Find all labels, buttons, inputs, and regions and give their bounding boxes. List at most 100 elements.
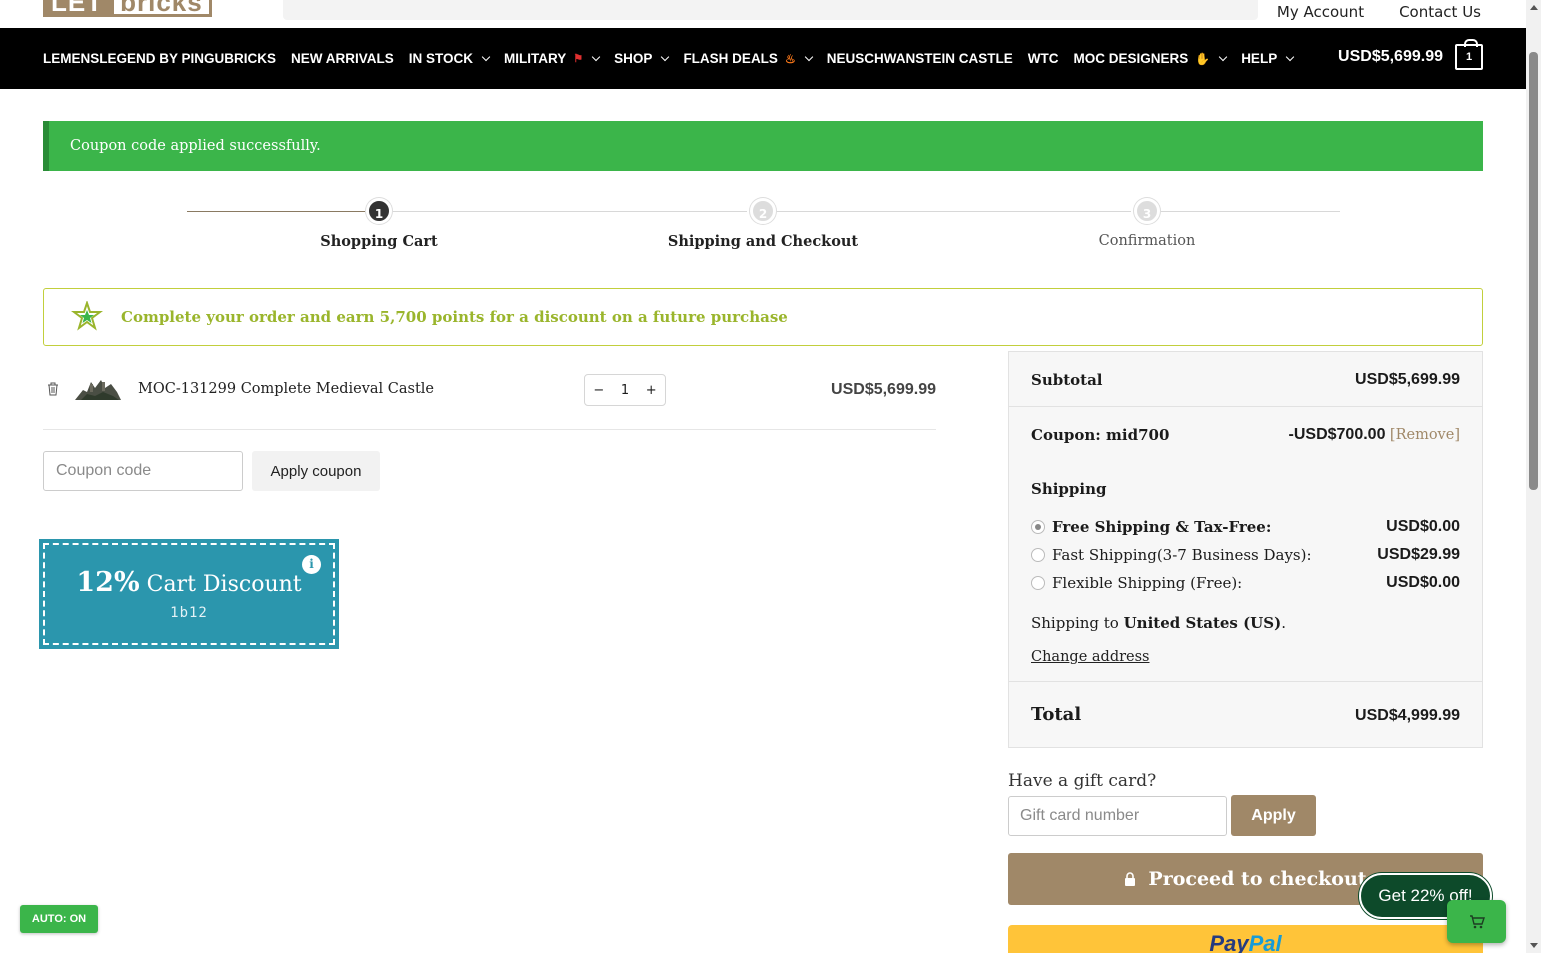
nav-item-help[interactable]: HELP — [1241, 51, 1295, 66]
divider — [1009, 406, 1482, 407]
total-label: Total — [1031, 704, 1082, 725]
nav-item-label: IN STOCK — [408, 51, 474, 66]
shipping-heading: Shipping — [1031, 480, 1460, 498]
shipping-option-flexible[interactable]: Flexible Shipping (Free): USD$0.00 — [1031, 574, 1460, 592]
paypal-logo-part-1: Pay — [1209, 931, 1249, 953]
quantity-value[interactable]: 1 — [621, 383, 629, 398]
fire-icon: ♨ — [784, 51, 796, 66]
apply-coupon-button[interactable]: Apply coupon — [252, 451, 380, 491]
shipping-option-price: USD$0.00 — [1386, 518, 1460, 535]
chevron-down-icon — [1218, 52, 1228, 61]
nav-item-military[interactable]: MILITARY ⚑ — [504, 51, 601, 66]
nav-item-label: HELP — [1241, 51, 1278, 66]
scroll-up-arrow-icon[interactable] — [1530, 5, 1538, 10]
search-bar[interactable] — [283, 0, 1258, 20]
product-price: USD$5,699.99 — [831, 381, 936, 398]
nav-item-lemenslegend[interactable]: LEMENSLEGEND BY PINGUBRICKS — [43, 51, 276, 66]
shipping-option-label: Fast Shipping(3-7 Business Days): — [1052, 546, 1312, 564]
cart-bag-icon: 1 — [1455, 39, 1483, 70]
nav-item-label: NEW ARRIVALS — [291, 51, 394, 66]
product-thumbnail[interactable] — [73, 374, 123, 406]
cart-discount-card[interactable]: 12% Cart Discount 1b12 i — [39, 539, 339, 649]
nav-item-label: MOC DESIGNERS — [1073, 51, 1189, 66]
notice-text: Coupon code applied successfully. — [70, 138, 321, 154]
shipping-label: Shipping — [1031, 480, 1107, 498]
divider — [1009, 681, 1482, 682]
info-icon[interactable]: i — [302, 555, 321, 574]
shipping-option-free[interactable]: Free Shipping & Tax-Free: USD$0.00 — [1031, 518, 1460, 536]
step-number: 3 — [1134, 198, 1160, 224]
page-scrollbar[interactable] — [1526, 0, 1541, 953]
nav-item-moc-designers[interactable]: MOC DESIGNERS ✋ — [1073, 51, 1228, 66]
ship-to-prefix: Shipping to — [1031, 614, 1124, 632]
checkout-label: Proceed to checkout — [1148, 868, 1367, 890]
subtotal-value: USD$5,699.99 — [1355, 371, 1460, 388]
nav-item-label: WTC — [1027, 51, 1059, 66]
change-address-row: Change address — [1031, 647, 1460, 665]
shipping-destination: Shipping to United States (US). — [1031, 614, 1460, 632]
nav-item-label: FLASH DEALS — [683, 51, 778, 66]
shipping-option-label: Free Shipping & Tax-Free: — [1052, 518, 1272, 536]
cart-item-row: MOC-131299 Complete Medieval Castle − 1 … — [43, 360, 936, 430]
subtotal-label: Subtotal — [1031, 371, 1103, 389]
radio-unselected[interactable] — [1031, 576, 1045, 590]
points-text: Complete your order and earn 5,700 point… — [121, 308, 788, 326]
header-cart[interactable]: USD$5,699.99 1 — [1338, 39, 1483, 70]
nav-item-neuschwanstein[interactable]: NEUSCHWANSTEIN CASTLE — [827, 51, 1013, 66]
paypal-button[interactable]: PayPal — [1008, 925, 1483, 953]
auto-toggle-badge[interactable]: AUTO: ON — [20, 905, 98, 933]
ship-to-country: United States (US) — [1123, 614, 1282, 632]
discount-headline: 12% Cart Discount — [45, 567, 333, 598]
radio-selected[interactable] — [1031, 520, 1045, 534]
site-logo[interactable]: LET bricks — [43, 0, 212, 17]
chevron-down-icon — [1285, 52, 1295, 61]
step-confirmation: 3 Confirmation — [1047, 198, 1247, 249]
discount-label: Cart Discount — [146, 572, 302, 597]
radio-unselected[interactable] — [1031, 548, 1045, 562]
star-badge-icon — [71, 301, 103, 331]
step-shopping-cart: 1 Shopping Cart — [279, 198, 479, 250]
main-nav: LEMENSLEGEND BY PINGUBRICKS NEW ARRIVALS… — [0, 28, 1526, 89]
scrollbar-thumb[interactable] — [1529, 52, 1538, 490]
change-address-link[interactable]: Change address — [1031, 649, 1150, 665]
cart-total: USD$5,699.99 — [1338, 48, 1443, 65]
nav-item-flash-deals[interactable]: FLASH DEALS ♨ — [683, 51, 813, 66]
nav-item-shop[interactable]: SHOP — [614, 51, 670, 66]
trash-icon[interactable] — [47, 382, 59, 396]
logo-part-2: bricks — [111, 0, 212, 17]
total-value: USD$4,999.99 — [1355, 707, 1460, 724]
checkout-steps: 1 Shopping Cart 2 Shipping and Checkout … — [187, 198, 1340, 258]
shipping-option-label: Flexible Shipping (Free): — [1052, 574, 1243, 592]
flag-icon: ⚑ — [573, 53, 584, 65]
coupon-success-notice: Coupon code applied successfully. — [43, 121, 1483, 171]
gift-card-input[interactable] — [1008, 796, 1227, 836]
nav-item-wtc[interactable]: WTC — [1028, 51, 1059, 66]
shipping-option-price: USD$29.99 — [1377, 546, 1460, 563]
quantity-decrease-button[interactable]: − — [593, 383, 604, 398]
nav-items: LEMENSLEGEND BY PINGUBRICKS NEW ARRIVALS… — [43, 28, 1295, 89]
my-account-link[interactable]: My Account — [1277, 3, 1364, 21]
apply-gift-card-button[interactable]: Apply — [1231, 795, 1316, 836]
chevron-down-icon — [481, 52, 491, 61]
coupon-row: Coupon: mid700 -USD$700.00 [Remove] — [1031, 426, 1460, 444]
floating-cart-button[interactable] — [1447, 900, 1506, 943]
chevron-down-icon — [591, 52, 601, 61]
lock-icon — [1125, 872, 1136, 886]
nav-item-new-arrivals[interactable]: NEW ARRIVALS — [291, 51, 394, 66]
step-number: 2 — [750, 198, 776, 224]
chevron-down-icon — [804, 52, 813, 61]
contact-us-link[interactable]: Contact Us — [1399, 3, 1481, 21]
scroll-down-arrow-icon[interactable] — [1530, 943, 1538, 948]
nav-item-in-stock[interactable]: IN STOCK — [408, 51, 491, 66]
remove-coupon-link[interactable]: [Remove] — [1390, 427, 1460, 443]
shipping-option-fast[interactable]: Fast Shipping(3-7 Business Days): USD$29… — [1031, 546, 1460, 564]
step-label: Shopping Cart — [320, 233, 438, 250]
paypal-logo-part-2: Pal — [1248, 931, 1282, 953]
step-number: 1 — [366, 198, 392, 224]
total-row: Total USD$4,999.99 — [1031, 704, 1460, 725]
coupon-code-input[interactable] — [43, 451, 243, 491]
coupon-value: -USD$700.00 — [1288, 426, 1386, 443]
quantity-increase-button[interactable]: + — [646, 383, 657, 398]
nav-item-label: NEUSCHWANSTEIN CASTLE — [826, 51, 1013, 66]
product-name[interactable]: MOC-131299 Complete Medieval Castle — [138, 381, 434, 397]
